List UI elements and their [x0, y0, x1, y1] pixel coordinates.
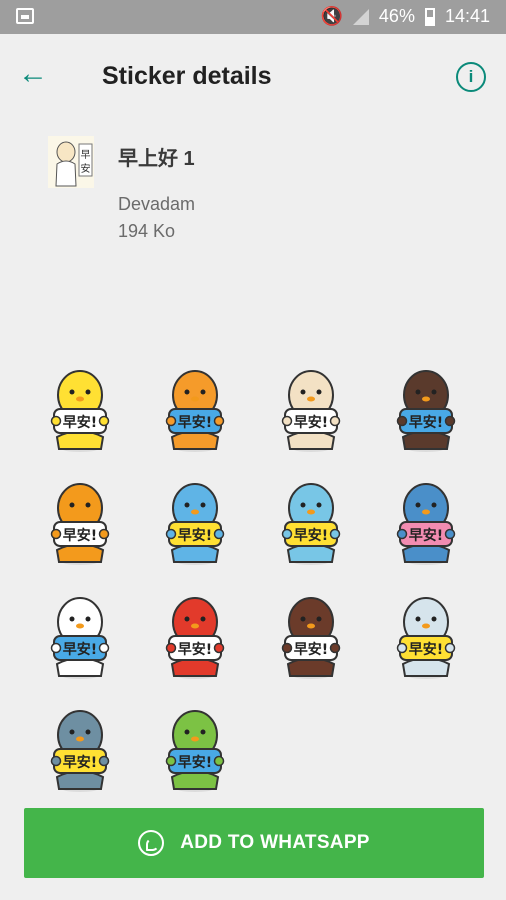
- sticker-shark[interactable]: 早安!: [391, 478, 461, 568]
- svg-text:早安!: 早安!: [178, 641, 212, 658]
- sticker-chick[interactable]: 早安!: [45, 365, 115, 455]
- svg-text:早安!: 早安!: [294, 641, 328, 658]
- battery-icon: [424, 7, 435, 26]
- sticker-chicken[interactable]: 早安!: [45, 592, 115, 682]
- sticker-seal[interactable]: 早安!: [276, 478, 346, 568]
- svg-text:早安!: 早安!: [63, 414, 97, 431]
- svg-text:早安!: 早安!: [178, 414, 212, 431]
- battery-percent: 46%: [378, 6, 415, 26]
- svg-text:早安!: 早安!: [294, 527, 328, 544]
- status-icons: 🔇 46% 14:41: [321, 6, 491, 27]
- sticker-bear[interactable]: 早安!: [45, 478, 115, 568]
- sticker-platypus[interactable]: 早安!: [276, 592, 346, 682]
- sticker-blue-rabbit[interactable]: 早安!: [160, 478, 230, 568]
- svg-text:早安!: 早安!: [63, 754, 97, 771]
- sticker-octopus[interactable]: 早安!: [160, 592, 230, 682]
- sticker-owl[interactable]: 早安!: [45, 705, 115, 795]
- svg-text:早安!: 早安!: [63, 641, 97, 658]
- svg-text:早安!: 早安!: [409, 527, 443, 544]
- svg-text:早安!: 早安!: [409, 641, 443, 658]
- sticker-alien[interactable]: 早安!: [391, 592, 461, 682]
- sticker-panda[interactable]: 早安!: [391, 365, 461, 455]
- svg-text:早安!: 早安!: [294, 414, 328, 431]
- page-title: Sticker details: [102, 62, 272, 90]
- add-button-label: ADD TO WHATSAPP: [180, 832, 370, 853]
- signal-icon: [352, 8, 369, 25]
- whatsapp-icon: [138, 830, 165, 856]
- sticker-frog[interactable]: 早安!: [160, 705, 230, 795]
- svg-text:早安!: 早安!: [63, 527, 97, 544]
- svg-text:早安!: 早安!: [178, 754, 212, 771]
- svg-text:早: 早: [81, 149, 91, 161]
- pack-name: 早上好 1: [118, 148, 195, 170]
- add-to-whatsapp-button[interactable]: ADD TO WHATSAPP: [24, 808, 484, 878]
- svg-text:安: 安: [81, 162, 91, 175]
- app-bar: ← Sticker details i: [0, 34, 506, 118]
- svg-text:早安!: 早安!: [409, 414, 443, 431]
- sticker-tiger[interactable]: 早安!: [160, 365, 230, 455]
- mute-icon: 🔇: [320, 6, 343, 26]
- pack-size: 194 Ko: [118, 221, 176, 241]
- arrow-back-icon[interactable]: ←: [18, 59, 50, 92]
- clock: 14:41: [444, 6, 490, 26]
- gallery-icon: [16, 8, 34, 24]
- sticker-pug[interactable]: 早安!: [276, 365, 346, 455]
- pack-publisher: Devadam: [118, 194, 196, 214]
- info-icon[interactable]: i: [456, 62, 486, 92]
- pack-tray-icon: 早 安: [46, 134, 96, 190]
- status-bar: 🔇 46% 14:41: [0, 0, 506, 34]
- svg-text:早安!: 早安!: [178, 527, 212, 544]
